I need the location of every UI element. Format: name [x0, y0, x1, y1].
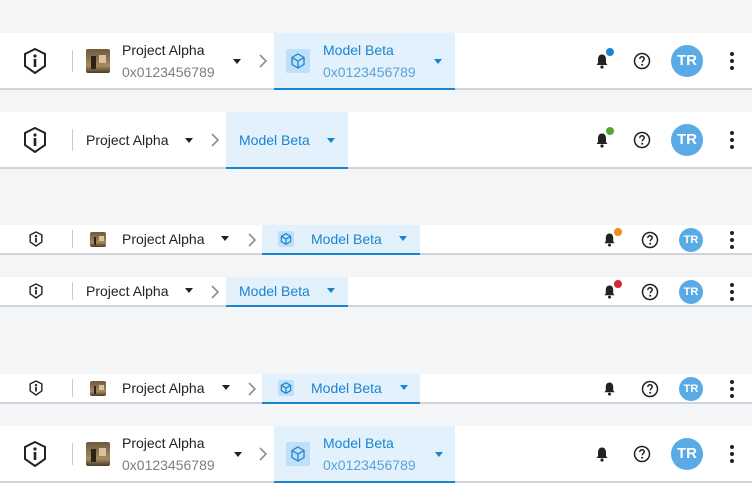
cube-icon [286, 442, 310, 466]
divider [72, 230, 73, 248]
user-avatar[interactable]: TR [671, 438, 703, 470]
chevron-right-icon [211, 285, 220, 299]
caret-down-icon [435, 452, 443, 457]
header-bar-1: Project Alpha 0x0123456789 Model Beta 0x… [0, 33, 752, 90]
project-name: Project Alpha [122, 435, 205, 451]
chevron-right-icon [259, 54, 268, 68]
info-logo-icon[interactable] [29, 231, 43, 247]
project-id: 0x0123456789 [122, 64, 215, 80]
help-icon[interactable] [633, 445, 651, 463]
user-avatar[interactable]: TR [679, 228, 703, 252]
model-name: Model Beta [323, 42, 394, 58]
model-name: Model Beta [311, 231, 382, 247]
model-name: Model Beta [323, 435, 394, 451]
cube-icon [278, 380, 294, 396]
divider [72, 443, 73, 465]
caret-down-icon [327, 288, 335, 293]
info-logo-icon[interactable] [23, 441, 47, 467]
user-avatar[interactable]: TR [671, 45, 703, 77]
header-bar-6: Project Alpha 0x0123456789 Model Beta 0x… [0, 426, 752, 483]
project-name: Project Alpha [122, 231, 205, 247]
header-bar-2: Project Alpha Model Beta TR [0, 112, 752, 169]
notification-dot [606, 48, 614, 56]
cube-icon [278, 231, 294, 247]
chevron-right-icon [248, 382, 257, 396]
model-selector[interactable]: Model Beta [262, 374, 420, 404]
project-name: Project Alpha [86, 283, 169, 299]
info-logo-icon[interactable] [23, 127, 47, 153]
notification-dot [606, 127, 614, 135]
cube-icon [286, 49, 310, 73]
model-selector[interactable]: Model Beta [226, 112, 348, 169]
more-vertical-icon[interactable] [728, 51, 736, 71]
model-id: 0x0123456789 [323, 64, 416, 80]
info-logo-icon[interactable] [23, 48, 47, 74]
divider [72, 282, 73, 300]
project-name: Project Alpha [86, 132, 169, 148]
model-selector[interactable]: Model Beta 0x0123456789 [274, 426, 455, 483]
model-name: Model Beta [311, 380, 382, 396]
model-id: 0x0123456789 [323, 457, 416, 473]
caret-down-icon [327, 138, 335, 143]
notification-dot [614, 228, 622, 236]
help-icon[interactable] [633, 131, 651, 149]
header-bar-4: Project Alpha Model Beta TR [0, 277, 752, 307]
more-vertical-icon[interactable] [728, 230, 736, 250]
help-icon[interactable] [641, 283, 659, 301]
caret-down-icon [221, 236, 229, 241]
help-icon[interactable] [633, 52, 651, 70]
project-name: Project Alpha [122, 380, 205, 396]
project-thumbnail [90, 381, 106, 396]
info-logo-icon[interactable] [29, 283, 43, 299]
project-thumbnail [86, 49, 110, 73]
chevron-right-icon [259, 447, 268, 461]
chevron-right-icon [248, 233, 257, 247]
info-logo-icon[interactable] [29, 380, 43, 396]
header-bar-5: Project Alpha Model Beta TR [0, 374, 752, 404]
user-avatar[interactable]: TR [671, 124, 703, 156]
caret-down-icon [222, 385, 230, 390]
model-selector[interactable]: Model Beta 0x0123456789 [274, 33, 455, 90]
caret-down-icon [233, 59, 241, 64]
project-id: 0x0123456789 [122, 457, 215, 473]
caret-down-icon [185, 288, 193, 293]
caret-down-icon [400, 385, 408, 390]
more-vertical-icon[interactable] [728, 444, 736, 464]
project-thumbnail [90, 232, 106, 247]
caret-down-icon [234, 452, 242, 457]
model-selector[interactable]: Model Beta [226, 277, 348, 307]
help-icon[interactable] [641, 231, 659, 249]
more-vertical-icon[interactable] [728, 282, 736, 302]
caret-down-icon [185, 138, 193, 143]
project-thumbnail [86, 442, 110, 466]
user-avatar[interactable]: TR [679, 280, 703, 304]
divider [72, 129, 73, 151]
caret-down-icon [434, 59, 442, 64]
notification-dot [614, 280, 622, 288]
chevron-right-icon [211, 133, 220, 147]
divider [72, 379, 73, 397]
bell-icon[interactable] [603, 381, 616, 396]
model-selector[interactable]: Model Beta [262, 225, 420, 255]
help-icon[interactable] [641, 380, 659, 398]
caret-down-icon [399, 236, 407, 241]
project-name: Project Alpha [122, 42, 205, 58]
model-name: Model Beta [239, 283, 310, 299]
model-name: Model Beta [239, 132, 310, 148]
user-avatar[interactable]: TR [679, 377, 703, 401]
more-vertical-icon[interactable] [728, 130, 736, 150]
more-vertical-icon[interactable] [728, 379, 736, 399]
header-bar-3: Project Alpha Model Beta TR [0, 225, 752, 255]
divider [72, 50, 73, 72]
bell-icon[interactable] [595, 446, 609, 462]
